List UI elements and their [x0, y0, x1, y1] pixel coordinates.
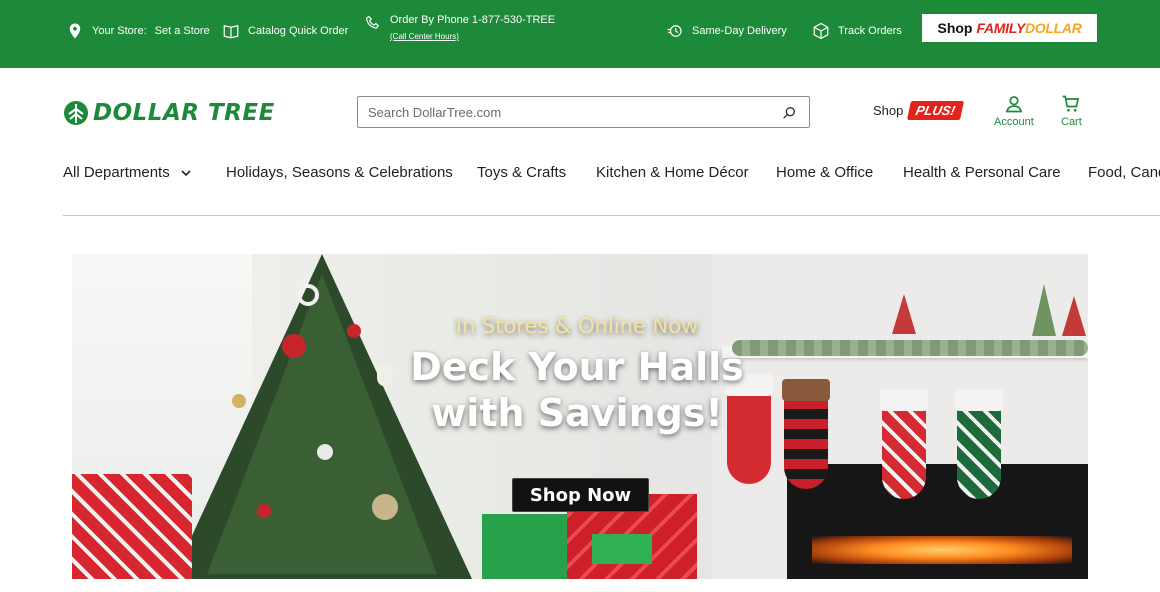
store-label: Your Store:: [92, 25, 147, 37]
stocking-red-knit: [880, 389, 928, 499]
phone-number: Order By Phone 1-877-530-TREE: [390, 14, 556, 26]
department-nav: All Departments Holidays, Seasons & Cele…: [63, 164, 1160, 184]
ornament-owl: [377, 364, 393, 386]
cart-button[interactable]: Cart: [1061, 94, 1082, 128]
nav-all-departments[interactable]: All Departments: [63, 164, 192, 181]
nav-health-label: Health & Personal Care: [903, 164, 1061, 181]
nav-home-office-label: Home & Office: [776, 164, 874, 181]
nav-kitchen-label: Kitchen & Home Décor: [596, 164, 749, 181]
order-by-phone: Order By Phone 1-877-530-TREE (Call Cent…: [364, 14, 555, 41]
shop-family-dollar-button[interactable]: Shop FAMILYDOLLAR: [922, 14, 1097, 42]
gift-green-paper: [592, 534, 652, 564]
account-button[interactable]: Account: [994, 94, 1034, 128]
dollar-tree-logo[interactable]: DOLLAR TREE: [63, 100, 275, 126]
hero-banner[interactable]: In Stores & Online Now Deck Your Halls w…: [72, 254, 1088, 579]
nav-toys-crafts-label: Toys & Crafts: [477, 164, 567, 181]
nav-home-office[interactable]: Home & Office: [776, 164, 873, 181]
stocking-green-knit: [955, 389, 1003, 499]
shop-now-button[interactable]: Shop Now: [512, 478, 649, 512]
ornament-red-3: [347, 324, 361, 338]
cart-label: Cart: [1061, 116, 1082, 128]
nav-food-label: Food, Cand: [1088, 164, 1160, 181]
logo-text: DOLLAR TREE: [93, 100, 275, 126]
shop-plus-link[interactable]: Shop PLUS!: [873, 101, 965, 120]
track-orders-link[interactable]: Track Orders: [812, 22, 902, 40]
nav-food-candy[interactable]: Food, Cand: [1088, 164, 1160, 181]
catalog-quick-order-link[interactable]: Catalog Quick Order: [222, 22, 348, 40]
fd-brand-dollar: DOLLAR: [1024, 20, 1082, 36]
tree-logo-icon: [64, 101, 88, 125]
search-icon[interactable]: [781, 105, 797, 121]
search-box: [357, 96, 810, 128]
clock-delivery-icon: [667, 25, 682, 37]
user-icon: [1005, 96, 1023, 113]
delivery-label: Same-Day Delivery: [692, 25, 787, 37]
stocking-cuff: [782, 379, 830, 401]
bottle-brush-tree-3: [1062, 296, 1086, 336]
plus-badge: PLUS!: [907, 101, 965, 120]
stocking-buffalo-plaid: [782, 379, 830, 489]
cart-icon: [1063, 95, 1080, 112]
book-icon: [223, 25, 239, 39]
box-icon: [813, 22, 829, 40]
store-action[interactable]: Set a Store: [155, 25, 210, 37]
fd-brand-family: FAMILY: [976, 20, 1025, 36]
bottle-brush-tree-2: [1032, 284, 1056, 336]
nav-kitchen-home-decor[interactable]: Kitchen & Home Décor: [596, 164, 749, 181]
nav-divider: [63, 215, 1160, 216]
ornament-red: [282, 334, 306, 358]
set-store-link[interactable]: Your Store: Set a Store: [66, 22, 210, 40]
ornament-wood: [372, 494, 398, 520]
chevron-down-icon: [181, 169, 191, 176]
ornament-wreath: [297, 284, 319, 306]
stocking-cuff: [880, 389, 928, 411]
catalog-label: Catalog Quick Order: [248, 25, 349, 37]
hero-title-line2: with Savings!: [431, 391, 723, 435]
utility-bar: Your Store: Set a Store Catalog Quick Or…: [0, 0, 1160, 68]
phone-icon: [365, 15, 379, 29]
shop-plus-label: Shop: [873, 103, 904, 118]
family-dollar-logo: FAMILYDOLLAR: [976, 20, 1081, 36]
call-center-hours-link[interactable]: (Call Center Hours): [390, 32, 555, 41]
hero-subtitle: In Stores & Online Now: [455, 314, 699, 338]
nav-holidays-label: Holidays, Seasons & Celebrations: [226, 164, 453, 181]
mantel-garland: [732, 340, 1088, 356]
gift-bag-plaid: [72, 474, 192, 579]
fireplace-flames: [812, 536, 1072, 564]
stocking-cuff: [955, 389, 1003, 411]
nav-health-personal-care[interactable]: Health & Personal Care: [903, 164, 1061, 181]
nav-all-departments-label: All Departments: [63, 164, 170, 181]
bottle-brush-tree: [892, 294, 916, 334]
same-day-delivery-link[interactable]: Same-Day Delivery: [666, 22, 787, 40]
location-pin-icon: [69, 23, 81, 39]
nav-toys-crafts[interactable]: Toys & Crafts: [477, 164, 566, 181]
nav-holidays[interactable]: Holidays, Seasons & Celebrations: [226, 164, 453, 181]
gift-green-tissue: [482, 514, 572, 579]
track-label: Track Orders: [838, 25, 902, 37]
hero-headline: In Stores & Online Now Deck Your Halls w…: [402, 314, 752, 436]
account-label: Account: [994, 116, 1034, 128]
search-input[interactable]: [368, 97, 768, 127]
ornament-gold: [232, 394, 246, 408]
hero-title-line1: Deck Your Halls: [410, 345, 744, 389]
ornament-red-2: [257, 504, 271, 518]
ornament-silver: [317, 444, 333, 460]
fd-shop-label: Shop: [937, 20, 973, 36]
